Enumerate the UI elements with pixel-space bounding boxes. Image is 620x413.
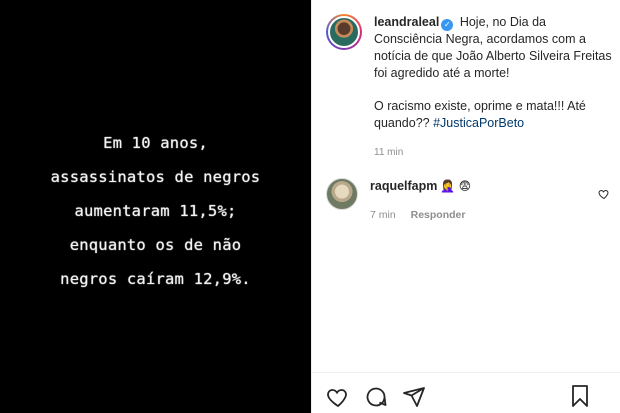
bookmark-icon[interactable]: [568, 384, 592, 408]
commenter-avatar[interactable]: [326, 178, 358, 210]
comment-meta: 7 min Responder: [370, 207, 616, 224]
comment: raquelfapm 🤦‍♀️ 😨 7 min Responder: [326, 178, 616, 224]
verified-badge-icon: ✓: [441, 19, 454, 31]
hashtag-link[interactable]: #JusticaPorBeto: [433, 116, 524, 130]
author-username[interactable]: leandraleal: [374, 15, 439, 29]
image-text-line: aumentaram 11,5%;: [74, 201, 237, 220]
action-bar: [326, 384, 606, 410]
heart-icon[interactable]: [326, 385, 350, 409]
caption-timestamp[interactable]: 11 min: [374, 144, 616, 161]
comment-text: 🤦‍♀️ 😨: [440, 179, 472, 193]
image-text-line: assassinatos de negros: [50, 167, 261, 186]
caption-body: leandraleal ✓ Hoje, no Dia da Consciência…: [374, 14, 616, 161]
comment-timestamp[interactable]: 7 min: [370, 209, 396, 221]
post-sidebar: leandraleal ✓ Hoje, no Dia da Consciência…: [311, 0, 620, 413]
comment-icon[interactable]: [364, 385, 388, 409]
image-text: Em 10 anos, assassinatos de negros aumen…: [51, 126, 261, 296]
post: Em 10 anos, assassinatos de negros aumen…: [0, 0, 620, 413]
image-text-line: negros caíram 12,9%.: [60, 269, 251, 288]
author-avatar[interactable]: [326, 14, 362, 50]
caption: leandraleal ✓ Hoje, no Dia da Consciência…: [326, 14, 616, 161]
image-text-line: Em 10 anos,: [103, 133, 208, 152]
actions-divider: [312, 372, 620, 373]
reply-button[interactable]: Responder: [411, 209, 466, 221]
comment-like-heart-icon[interactable]: [598, 188, 610, 200]
author-avatar-image: [328, 16, 360, 48]
comment-body: raquelfapm 🤦‍♀️ 😨 7 min Responder: [370, 178, 616, 224]
post-image[interactable]: Em 10 anos, assassinatos de negros aumen…: [0, 0, 311, 413]
share-icon[interactable]: [402, 385, 426, 409]
image-text-line: enquanto os de não: [69, 235, 242, 254]
commenter-username[interactable]: raquelfapm: [370, 179, 437, 193]
